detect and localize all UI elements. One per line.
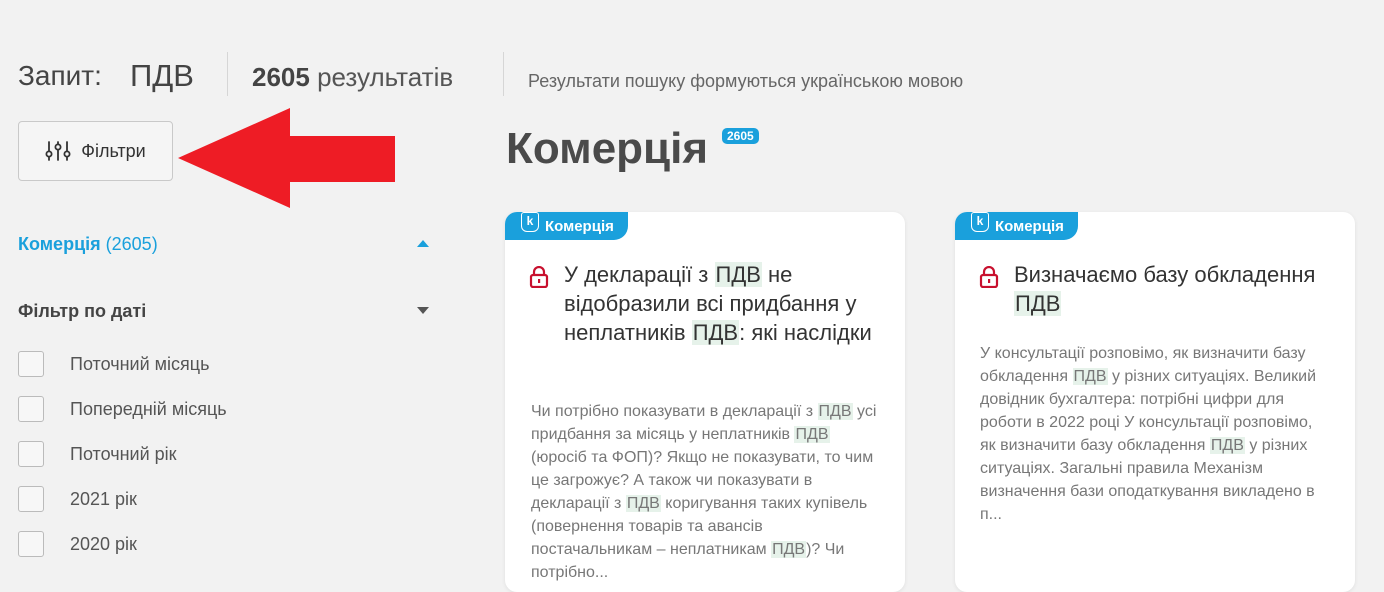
checkbox[interactable] [18,351,44,377]
date-option-label: Попередній місяць [70,398,227,419]
card-category-tag: k Комерція [505,212,628,240]
highlight-term: ПДВ [714,262,762,287]
filters-button[interactable]: Фільтри [18,121,173,181]
highlight-term: ПДВ [817,403,853,420]
filters-button-label: Фільтри [81,140,146,161]
date-option[interactable]: Поточний рік [18,440,177,468]
highlight-term: ПДВ [771,541,807,558]
card-title[interactable]: У декларації з ПДВ не відобразили всі пр… [564,260,884,347]
highlight-term: ПДВ [1072,368,1108,385]
checkbox[interactable] [18,396,44,422]
language-note: Результати пошуку формуються українською… [528,71,964,91]
highlight-term: ПДВ [1014,291,1062,316]
highlight-term: ПДВ [1209,437,1245,454]
k-logo-icon: k [521,212,539,232]
section-title: Комерція [506,124,708,173]
date-option[interactable]: 2021 рік [18,485,137,513]
divider [503,52,504,96]
date-option[interactable]: Поточний місяць [18,350,209,378]
query-value: ПДВ [130,58,194,93]
results-count: 2605 результатів [252,62,453,93]
date-filter-title: Фільтр по даті [18,301,147,321]
date-option-label: Поточний рік [70,443,177,464]
checkbox[interactable] [18,441,44,467]
checkbox[interactable] [18,486,44,512]
title-text: Визначаємо базу обкладення [1014,262,1316,287]
card-category-tag: k Комерція [955,212,1078,240]
results-count-number: 2605 [252,62,310,92]
highlight-term: ПДВ [794,426,830,443]
lock-icon [529,266,549,288]
k-logo-icon: k [971,212,989,232]
result-card[interactable]: k Комерція У декларації з ПДВ не відобра… [505,212,905,592]
highlight-term: ПДВ [625,495,661,512]
checkbox[interactable] [18,531,44,557]
expand-caret-icon[interactable] [417,307,429,314]
card-title[interactable]: Визначаємо базу обкладення ПДВ [1014,260,1344,318]
title-text: : які наслідки [739,320,872,345]
date-option-label: 2020 рік [70,533,137,554]
section-count-badge: 2605 [722,128,759,144]
highlight-term: ПДВ [691,320,740,345]
result-card[interactable]: k Комерція Визначаємо базу обкладення ПД… [955,212,1355,592]
query-label: Запит: [18,60,102,91]
category-count: (2605) [105,234,158,254]
date-option-label: 2021 рік [70,488,137,509]
date-option[interactable]: 2020 рік [18,530,137,558]
collapse-caret-icon[interactable] [417,240,429,247]
lock-icon [979,266,999,288]
sliders-icon [45,140,71,162]
red-arrow-icon [178,108,395,208]
card-description: Чи потрібно показувати в декларації з ПД… [531,400,883,584]
category-label: Комерція [18,234,101,254]
card-tag-label: Комерція [545,217,614,235]
sidebar-category-link[interactable]: Комерція (2605) [18,234,158,255]
desc-text: Чи потрібно показувати в декларації з [531,403,818,420]
divider [227,52,228,96]
date-option-label: Поточний місяць [70,353,210,374]
card-tag-label: Комерція [995,217,1064,235]
card-description: У консультації розповімо, як визначити б… [980,342,1332,526]
results-count-word: результатів [317,62,454,92]
date-option[interactable]: Попередній місяць [18,395,227,423]
title-text: У декларації з [564,262,715,287]
